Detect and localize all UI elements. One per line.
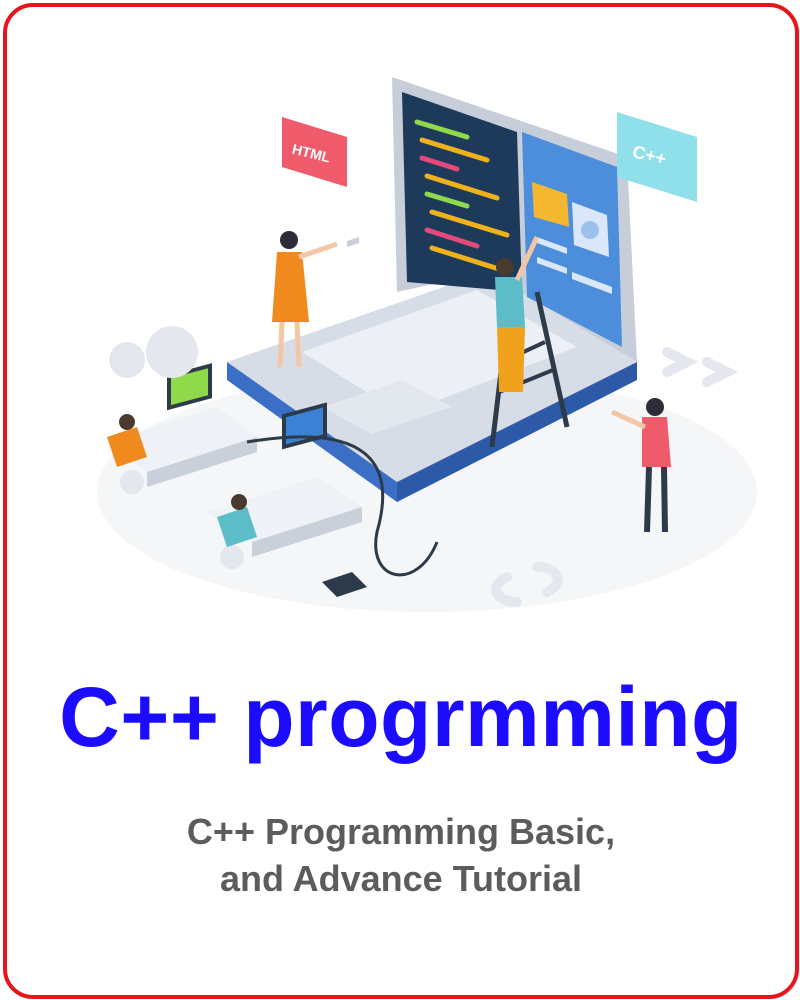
subtitle-line-2: and Advance Tutorial [219,857,583,899]
cover-card: HTML C++ C++ progrmming C++ Programming … [3,3,799,999]
programming-illustration: HTML C++ [97,77,757,612]
subtitle-line-1: C++ Programming Basic, [186,811,616,852]
page-subtitle: C++ Programming Basic, and Advance Tutor… [7,809,795,903]
cpp-badge: C++ [617,112,697,202]
gear-icons [109,326,198,378]
html-badge: HTML [282,117,347,187]
page-title: C++ progrmming [59,670,743,764]
profile-icon [581,221,599,239]
